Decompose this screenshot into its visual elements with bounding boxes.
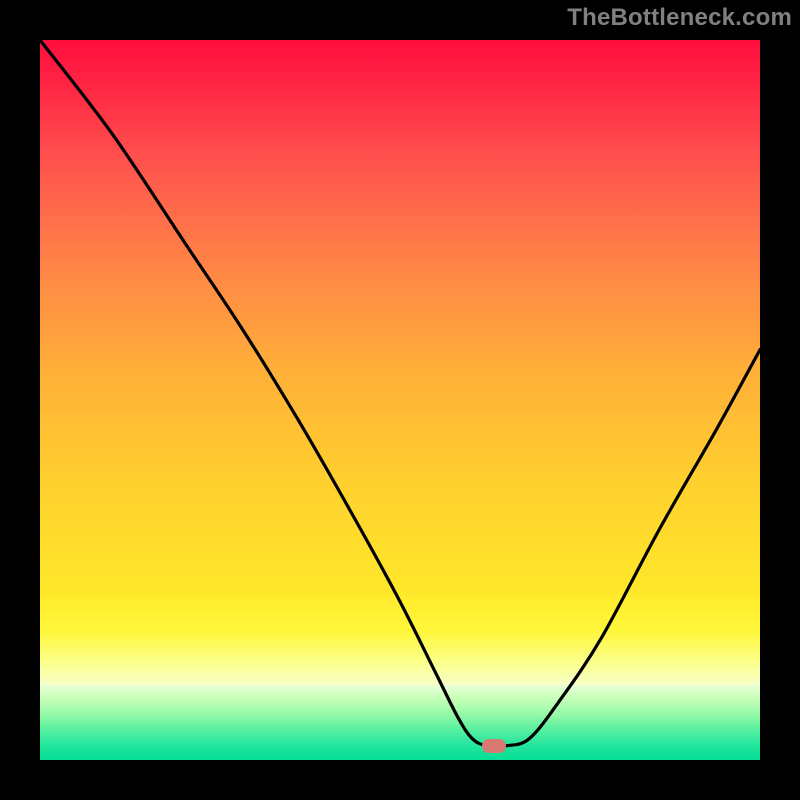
bottleneck-curve <box>40 40 760 760</box>
chart-frame: TheBottleneck.com <box>0 0 800 800</box>
plot-area <box>40 40 760 760</box>
watermark-text: TheBottleneck.com <box>567 4 792 32</box>
minimum-marker <box>482 739 506 753</box>
